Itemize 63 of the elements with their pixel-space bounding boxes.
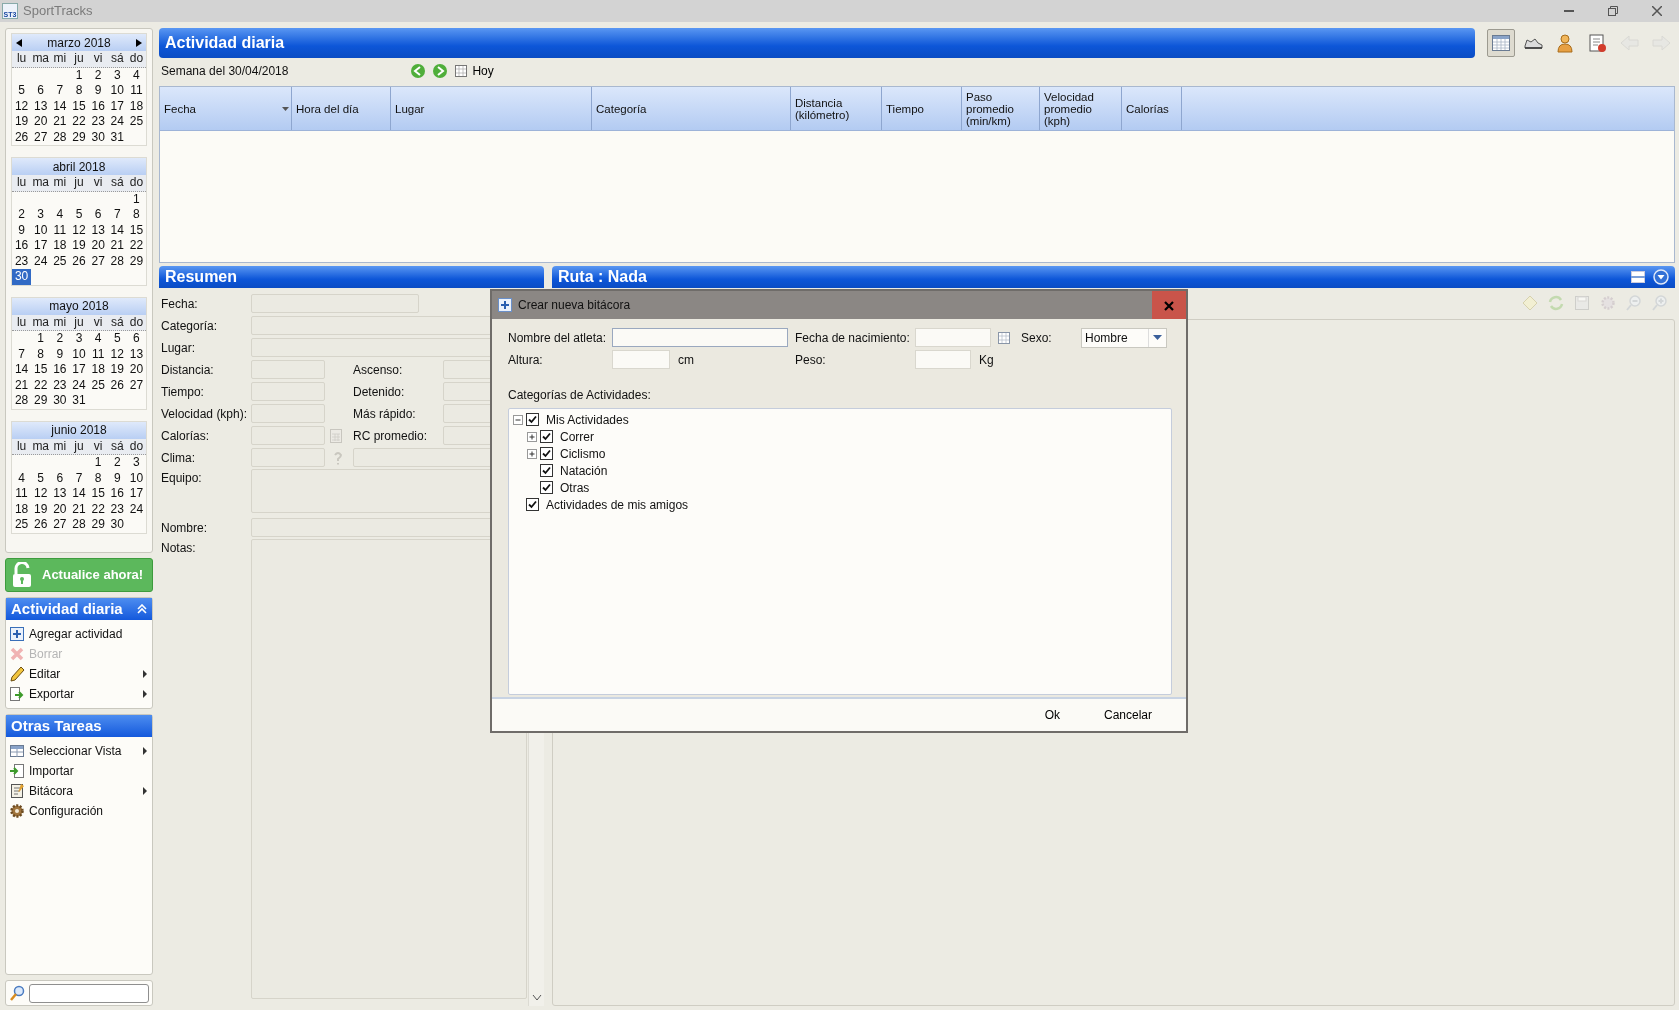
- field-label: Categoría:: [160, 317, 219, 335]
- field-label: Sexo:: [1021, 329, 1053, 347]
- header-title: Actividad diaria: [165, 33, 285, 53]
- weekday-label: ma: [31, 51, 51, 67]
- weekday-label: vi: [92, 51, 104, 67]
- weekday-label: sá: [109, 314, 125, 330]
- weekday-label: mi: [52, 51, 68, 67]
- field-label: Equipo:: [160, 470, 203, 487]
- section-label: Categorías de Actividades:: [508, 387, 652, 404]
- panel-title: Actividad diaria: [11, 598, 123, 619]
- weekday-label: sá: [109, 51, 125, 67]
- weekday-label: do: [128, 438, 145, 454]
- weekday-label: ju: [73, 438, 85, 454]
- month-title: junio 2018: [51, 422, 107, 439]
- field-label: Altura:: [508, 351, 544, 369]
- unit-label: cm: [677, 351, 695, 369]
- field-label: Notas:: [160, 540, 197, 557]
- field-label: Más rápido:: [353, 405, 417, 423]
- field-label: Tiempo:: [160, 383, 205, 401]
- field-label: RC promedio:: [353, 427, 429, 445]
- field-label: Clima:: [160, 449, 196, 467]
- weekday-label: do: [128, 314, 145, 330]
- field-label: Detenido:: [353, 383, 406, 401]
- field-label: Peso:: [795, 351, 827, 369]
- weekday-label: vi: [92, 175, 104, 191]
- panel-title: Otras Tareas: [11, 715, 102, 736]
- weekday-label: do: [128, 175, 145, 191]
- weekday-label: lu: [15, 175, 28, 191]
- dialog-title: Crear nueva bitácora: [518, 297, 631, 314]
- weekday-label: mi: [52, 438, 68, 454]
- weekday-label: ju: [73, 51, 85, 67]
- weekday-label: sá: [109, 175, 125, 191]
- weekday-label: lu: [15, 438, 28, 454]
- field-label: Ascenso:: [353, 361, 404, 379]
- weekday-label: ma: [31, 438, 51, 454]
- weekday-label: ma: [31, 314, 51, 330]
- field-label: Lugar:: [160, 339, 197, 357]
- field-label: Calorías:: [160, 427, 211, 445]
- panel-title: Resumen: [165, 267, 238, 287]
- month-title: abril 2018: [52, 158, 106, 176]
- weekday-label: ju: [73, 175, 85, 191]
- weekday-label: ma: [31, 175, 51, 191]
- field-label: Fecha de nacimiento:: [795, 329, 911, 347]
- month-title: mayo 2018: [49, 298, 109, 315]
- weekday-label: lu: [15, 314, 28, 330]
- weekday-label: do: [128, 51, 145, 67]
- weekday-label: vi: [92, 314, 104, 330]
- field-label: Nombre del atleta:: [508, 329, 608, 347]
- panel-title: Ruta : Nada: [558, 267, 647, 287]
- weekday-label: lu: [15, 51, 28, 67]
- unit-label: Kg: [978, 351, 994, 369]
- field-label: Nombre:: [160, 519, 208, 537]
- window-title: SportTracks: [23, 2, 93, 21]
- week-label: Semana del 30/04/2018: [161, 63, 289, 80]
- weekday-label: sá: [109, 438, 125, 454]
- field-label: Distancia:: [160, 361, 215, 379]
- weekday-label: vi: [92, 438, 104, 454]
- field-label: Velocidad (kph):: [160, 405, 249, 423]
- weekday-label: ju: [73, 314, 85, 330]
- weekday-label: mi: [52, 175, 68, 191]
- month-title: marzo 2018: [47, 34, 111, 52]
- weekday-label: mi: [52, 314, 68, 330]
- field-label: Fecha:: [160, 295, 199, 313]
